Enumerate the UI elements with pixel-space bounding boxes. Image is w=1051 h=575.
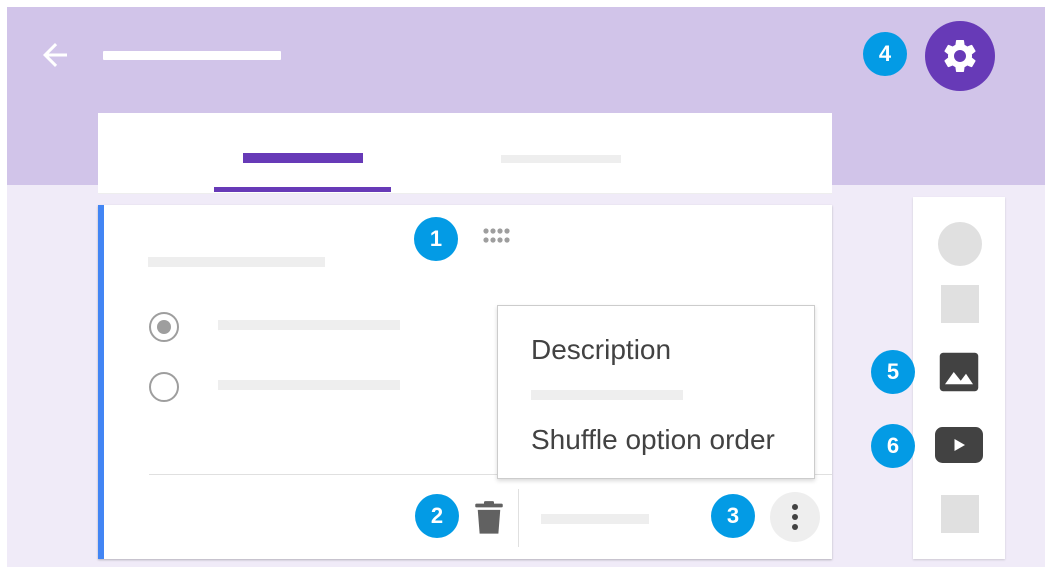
callout-badge-settings: 4 [863,32,907,76]
menu-item-description[interactable]: Description [531,334,671,366]
option-label-placeholder[interactable] [218,320,400,330]
callout-badge-more: 3 [711,494,755,538]
more-options-button[interactable] [770,492,820,542]
radio-button-icon[interactable] [149,312,179,342]
active-tab-indicator [214,187,391,192]
add-circle-icon[interactable] [938,222,982,266]
forms-editor: 4 1 2 3 Description Shuffle option order… [7,7,1045,567]
question-toolbar [913,197,1005,559]
callout-badge-drag-handle: 1 [414,217,458,261]
divider [518,489,519,547]
title-icon[interactable] [941,285,979,323]
tab-questions[interactable] [243,153,363,163]
option-label-placeholder[interactable] [218,380,400,390]
menu-item-placeholder[interactable] [531,390,683,400]
radio-button-icon[interactable] [149,372,179,402]
video-icon[interactable] [935,427,983,463]
callout-badge-delete: 2 [415,494,459,538]
form-title-placeholder[interactable] [103,51,281,60]
arrow-left-icon[interactable] [37,37,73,73]
image-icon[interactable] [938,351,980,393]
callout-badge-add-video: 6 [871,424,915,468]
question-title-placeholder[interactable] [148,257,325,267]
tab-bar [98,113,832,194]
callout-badge-add-image: 5 [871,350,915,394]
drag-handle-icon[interactable] [481,227,511,247]
section-icon[interactable] [941,495,979,533]
more-vertical-icon [792,504,798,530]
gear-icon [944,39,976,72]
tab-responses[interactable] [501,155,621,163]
menu-item-shuffle-options[interactable]: Shuffle option order [531,424,775,456]
options-menu: Description Shuffle option order [497,305,815,479]
settings-button[interactable] [925,21,995,91]
trash-icon[interactable] [474,501,504,535]
required-toggle-placeholder[interactable] [541,514,649,524]
